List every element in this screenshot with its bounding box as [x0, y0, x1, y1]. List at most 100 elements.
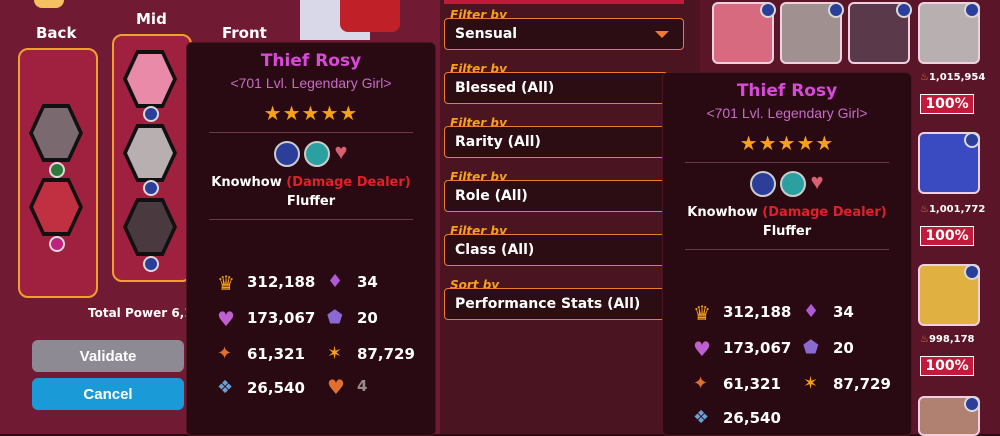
skill-role: (Damage Dealer) — [286, 175, 411, 190]
stat-attack: ✦ 61,321 — [217, 343, 305, 364]
rarity-stars: ★★★★★ — [739, 133, 835, 155]
sort-select[interactable]: Performance Stats (All) — [444, 288, 684, 320]
total-power-text: Total Power 6,19 — [88, 306, 201, 320]
harmony-heart-icon: ♥ — [217, 307, 235, 331]
flame-icon: ♨ — [920, 72, 929, 83]
girl-percent: 100% — [920, 356, 974, 376]
girl-percent: 100% — [920, 94, 974, 114]
target-icon — [304, 141, 331, 167]
filter-value: Class (All) — [455, 242, 535, 258]
stat-hearts: ♥ 4 — [327, 375, 368, 399]
skill-line: Knowhow (Damage Dealer) — [187, 175, 435, 190]
stat-ego: ♛ 312,188 — [693, 301, 792, 325]
sort-performance[interactable]: Sort by Performance Stats (All) — [444, 278, 684, 320]
element-icon — [964, 264, 980, 280]
stat-ego: ♛ 312,188 — [217, 271, 316, 295]
girl-tooltip-right: Thief Rosy <701 Lvl. Legendary Girl> ★★★… — [662, 72, 912, 436]
filter-role[interactable]: Filter by Role (All) — [444, 170, 684, 212]
divider — [685, 249, 889, 250]
girl-power: ♨1,015,954 — [920, 72, 986, 83]
element-icon — [143, 256, 159, 272]
girl-power: ♨998,178 — [920, 334, 975, 345]
crystal-icon: ♦ — [803, 301, 820, 322]
girl-level: <701 Lvl. Legendary Girl> — [706, 105, 868, 121]
filter-select[interactable]: Role (All) — [444, 180, 684, 212]
filter-select[interactable]: Sensual — [444, 18, 684, 50]
orange-heart-icon: ♥ — [327, 375, 345, 399]
divider — [209, 219, 413, 220]
girl-name: Thief Rosy — [260, 51, 362, 71]
column-header-front: Front — [222, 24, 267, 42]
element-icon — [143, 106, 159, 122]
element-orb-icon — [274, 141, 301, 167]
girl-name: Thief Rosy — [736, 81, 838, 101]
element-icon — [964, 132, 980, 148]
divider — [685, 162, 889, 163]
stat-attack: ✦ 61,321 — [693, 373, 781, 394]
stat-crit: ♦ 34 — [327, 271, 378, 292]
sort-value: Performance Stats (All) — [455, 296, 641, 312]
girl-portrait — [33, 182, 79, 232]
trait-name: Fluffer — [286, 194, 336, 209]
filter-value: Role (All) — [455, 188, 528, 204]
stat-speed: ✶ 87,729 — [327, 343, 415, 364]
filter-select[interactable]: Blessed (All) — [444, 72, 684, 104]
shield-icon: ⬟ — [803, 337, 819, 358]
harmony-heart-icon: ♥ — [693, 337, 711, 361]
trait-name: Fluffer — [762, 224, 812, 239]
endurance-icon: ❖ — [693, 407, 710, 428]
flame-icon: ♨ — [920, 204, 929, 215]
chevron-down-icon — [655, 31, 669, 38]
divider — [209, 132, 413, 133]
column-header-mid: Mid — [136, 10, 167, 28]
element-icon — [49, 236, 65, 252]
trait-icons: ♥ — [663, 171, 911, 197]
column-header-back: Back — [36, 24, 77, 42]
stat-defense: ⬟ 20 — [803, 337, 854, 358]
speed-icon: ✶ — [327, 343, 343, 364]
attack-icon: ✦ — [217, 343, 233, 364]
crystal-icon: ♦ — [327, 271, 344, 292]
filter-blessed[interactable]: Filter by Blessed (All) — [444, 62, 684, 104]
attack-icon: ✦ — [693, 373, 709, 394]
stat-harmony: ♥ 173,067 — [217, 307, 316, 331]
stat-endurance: ❖ 26,540 — [217, 377, 305, 398]
crown-icon: ♛ — [217, 271, 235, 295]
background-art-red — [340, 0, 400, 32]
target-icon — [780, 171, 807, 197]
filter-class[interactable]: Filter by Class (All) — [444, 224, 684, 266]
heart-icon: ♥ — [334, 139, 348, 164]
girl-level: <701 Lvl. Legendary Girl> — [230, 75, 392, 91]
filter-value: Blessed (All) — [455, 80, 555, 96]
skill-role: (Damage Dealer) — [762, 205, 887, 220]
cancel-button[interactable]: Cancel — [32, 378, 184, 410]
filter-sensual[interactable]: Filter by Sensual — [444, 8, 684, 50]
girl-power: ♨1,001,772 — [920, 204, 986, 215]
girl-portrait — [127, 54, 173, 104]
element-icon — [964, 396, 980, 412]
trait-icons: ♥ — [187, 141, 435, 167]
skill-name: Knowhow — [211, 175, 282, 190]
stat-endurance: ❖ 26,540 — [693, 407, 781, 428]
rarity-stars: ★★★★★ — [263, 103, 359, 125]
validate-button[interactable]: Validate — [32, 340, 184, 372]
element-icon — [760, 2, 776, 18]
element-orb-icon — [750, 171, 777, 197]
stat-crit: ♦ 34 — [803, 301, 854, 322]
stat-defense: ⬟ 20 — [327, 307, 378, 328]
stat-harmony: ♥ 173,067 — [693, 337, 792, 361]
element-icon — [49, 162, 65, 178]
girl-portrait — [33, 108, 79, 158]
element-icon — [828, 2, 844, 18]
crown-icon: ♛ — [693, 301, 711, 325]
girl-portrait — [127, 202, 173, 252]
filter-select[interactable]: Class (All) — [444, 234, 684, 266]
filter-value: Rarity (All) — [455, 134, 541, 150]
filter-rarity[interactable]: Filter by Rarity (All) — [444, 116, 684, 158]
girl-percent: 100% — [920, 226, 974, 246]
shield-icon: ⬟ — [327, 307, 343, 328]
girl-tooltip-left: Thief Rosy <701 Lvl. Legendary Girl> ★★★… — [186, 42, 436, 436]
speed-icon: ✶ — [803, 373, 819, 394]
filter-select[interactable]: Rarity (All) — [444, 126, 684, 158]
filter-panel-top-bar — [444, 0, 684, 4]
